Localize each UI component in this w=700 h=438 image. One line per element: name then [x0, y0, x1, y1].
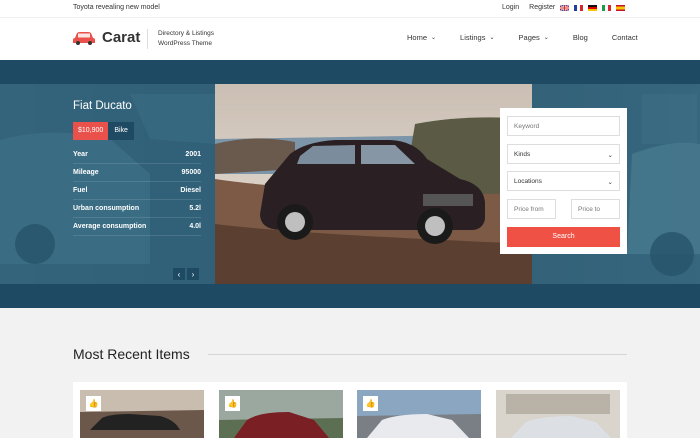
spec-row: Average consumption 4.0l — [73, 218, 201, 236]
es-flag-icon[interactable] — [616, 5, 625, 11]
site-header: Carat Directory & Listings WordPress The… — [0, 17, 700, 60]
tagline-line-1: Directory & Listings — [158, 30, 214, 37]
chevron-down-icon: ⌄ — [607, 179, 613, 186]
spec-row: Year 2001 — [73, 146, 201, 164]
keyword-input[interactable]: Keyword — [507, 116, 620, 136]
site-logo[interactable]: Carat — [102, 29, 140, 46]
nav-blog[interactable]: Blog — [573, 33, 588, 42]
it-flag-icon[interactable] — [602, 5, 611, 11]
login-link[interactable]: Login — [502, 4, 519, 11]
top-bar: Toyota revealing new model Login Registe… — [0, 0, 700, 17]
heading-divider — [208, 354, 627, 355]
kinds-select[interactable]: Kinds ⌄ — [507, 144, 620, 164]
prev-slide-button[interactable]: ‹ — [173, 268, 185, 280]
nav-listings[interactable]: Listings ⌄ — [460, 33, 494, 42]
chevron-down-icon: ⌄ — [543, 35, 549, 41]
nav-home[interactable]: Home ⌄ — [407, 33, 436, 42]
item-card[interactable]: 👍 — [80, 390, 204, 438]
car-logo-icon[interactable] — [73, 31, 95, 45]
search-panel: Keyword Kinds ⌄ Locations ⌄ Price from Pri… — [500, 108, 627, 254]
hero-slider: Fiat Ducato $10,900 Bike Year 2001 Mileag… — [0, 60, 700, 308]
locations-select[interactable]: Locations ⌄ — [507, 171, 620, 191]
nav-contact[interactable]: Contact — [612, 33, 638, 42]
recent-items-heading: Most Recent Items — [73, 346, 190, 362]
de-flag-icon[interactable] — [588, 5, 597, 11]
listing-title[interactable]: Fiat Ducato — [73, 100, 201, 112]
next-slide-button[interactable]: › — [187, 268, 199, 280]
listing-info: Fiat Ducato $10,900 Bike Year 2001 Mileag… — [73, 100, 201, 236]
tagline-line-2: WordPress Theme — [158, 40, 212, 47]
thumbs-up-icon[interactable]: 👍 — [86, 396, 101, 411]
type-badge: Bike — [108, 122, 134, 140]
nav-pages[interactable]: Pages ⌄ — [519, 33, 549, 42]
news-ticker[interactable]: Toyota revealing new model — [73, 4, 160, 11]
main-nav: Home ⌄ Listings ⌄ Pages ⌄ Blog Contact — [407, 33, 638, 42]
chevron-down-icon: ⌄ — [431, 35, 437, 41]
chevron-down-icon: ⌄ — [489, 35, 495, 41]
spec-row: Urban consumption 5.2l — [73, 200, 201, 218]
fr-flag-icon[interactable] — [574, 5, 583, 11]
chevron-down-icon: ⌄ — [607, 152, 613, 159]
item-card[interactable]: 👍 — [357, 390, 481, 438]
search-button[interactable]: Search — [507, 227, 620, 247]
thumbs-up-icon[interactable]: 👍 — [363, 396, 378, 411]
price-badge: $10,900 — [73, 122, 109, 140]
thumbs-up-icon[interactable]: 👍 — [225, 396, 240, 411]
uk-flag-icon[interactable] — [560, 5, 569, 11]
price-to-input[interactable]: Price to — [571, 199, 620, 219]
register-link[interactable]: Register — [529, 4, 555, 11]
spec-row: Fuel Diesel — [73, 182, 201, 200]
item-photo — [496, 390, 620, 438]
item-card[interactable] — [496, 390, 620, 438]
recent-items-list: 👍 👍 👍 — [73, 382, 627, 438]
logo-divider — [147, 29, 148, 49]
featured-car-photo — [215, 84, 532, 284]
tagline: Directory & Listings WordPress Theme — [158, 29, 214, 49]
spec-row: Mileage 95000 — [73, 164, 201, 182]
price-from-input[interactable]: Price from — [507, 199, 556, 219]
item-card[interactable]: 👍 — [219, 390, 343, 438]
